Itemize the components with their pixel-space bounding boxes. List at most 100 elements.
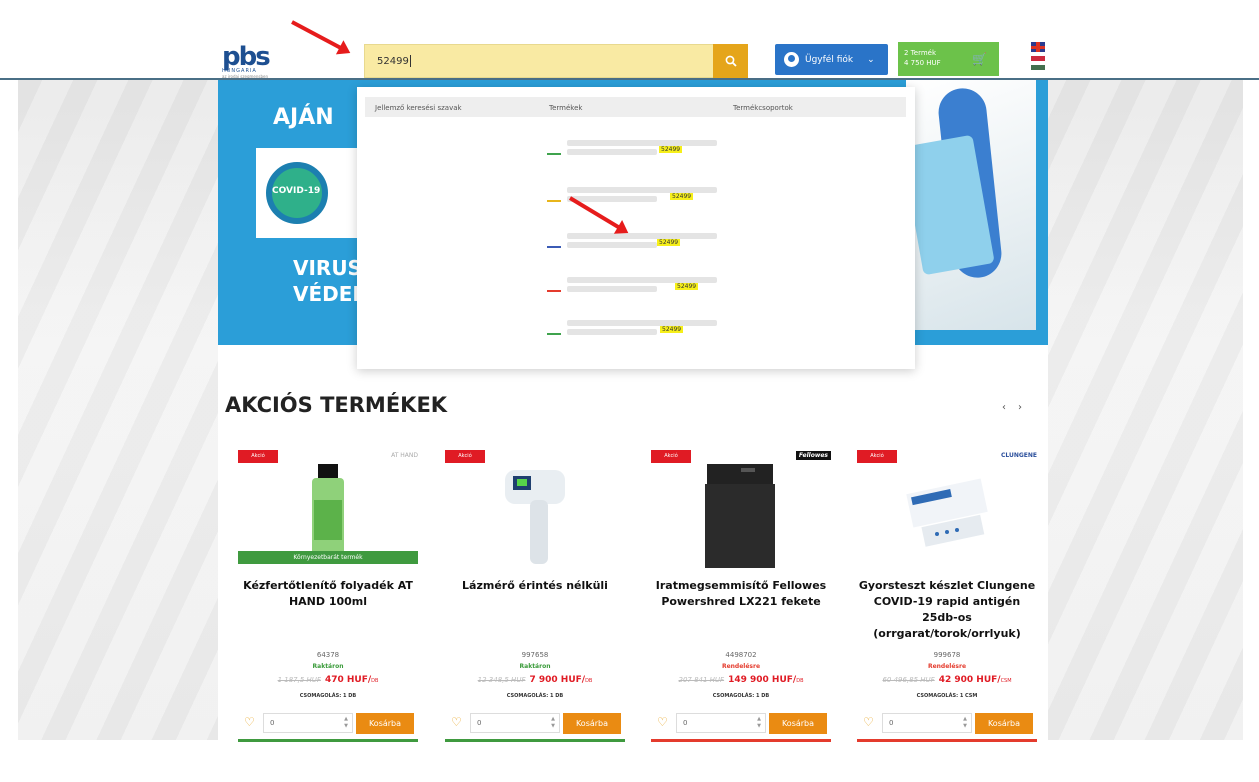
brand-label: CLUNGENE	[1000, 452, 1037, 459]
stepper-arrows-icon[interactable]: ▲ ▼	[344, 716, 348, 730]
glove-mask-image	[901, 80, 1036, 330]
quantity-value: 0	[270, 719, 275, 727]
packaging-info: CSOMAGOLÁS: 1 DB	[299, 693, 357, 699]
quantity-stepper[interactable]: 0 ▲ ▼	[263, 713, 353, 733]
suggestion-item[interactable]: 52499	[547, 137, 727, 159]
carousel-nav: ‹ ›	[1002, 402, 1022, 413]
product-card[interactable]: Akció Fellowes Iratmegsemmisítő Fellowes…	[651, 450, 831, 770]
product-sku: 64378	[316, 651, 340, 659]
card-underline	[445, 739, 625, 742]
search-match-highlight: 52499	[670, 193, 694, 200]
new-price: 7 900 HUF/	[529, 675, 586, 685]
stepper-arrows-icon[interactable]: ▲ ▼	[963, 716, 967, 730]
buy-row: ♡ 0 ▲ ▼ Kosárba	[857, 711, 1037, 735]
product-thumb	[547, 234, 561, 248]
chevron-left-icon[interactable]: ‹	[1002, 402, 1006, 413]
product-card[interactable]: Akció CLUNGENE Gyorsteszt készlet Clunge…	[857, 450, 1037, 770]
quantity-stepper[interactable]: 0 ▲ ▼	[882, 713, 972, 733]
product-thumb	[547, 321, 561, 335]
heart-icon[interactable]: ♡	[863, 715, 874, 729]
hungarian-flag-icon[interactable]	[1031, 56, 1045, 70]
stock-status: Raktáron	[312, 663, 344, 670]
add-to-cart-button[interactable]: Kosárba	[356, 713, 414, 734]
product-thumb	[547, 141, 561, 155]
product-name[interactable]: Lázmérő érintés nélküli	[445, 578, 625, 594]
price-unit: CSM	[1000, 678, 1012, 684]
price-row: 207 841 HUF 149 900 HUF/DB	[651, 675, 831, 685]
account-label: Ügyfél fiók	[805, 54, 854, 65]
col-keywords: Jellemző keresési szavak	[375, 104, 462, 112]
packaging-info: CSOMAGOLÁS: 1 DB	[506, 693, 564, 699]
quantity-stepper[interactable]: 0 ▲ ▼	[676, 713, 766, 733]
price-unit: DB	[371, 678, 379, 684]
new-price: 149 900 HUF/	[728, 675, 797, 685]
heart-icon[interactable]: ♡	[657, 715, 668, 729]
product-name[interactable]: Iratmegsemmisítő Fellowes Powershred LX2…	[651, 578, 831, 610]
suggestion-item[interactable]: 52499	[547, 274, 727, 296]
search-match-highlight: 52499	[660, 326, 684, 333]
logo-mark: pbs	[222, 42, 271, 72]
search-match-highlight: 52499	[657, 239, 681, 246]
suggestion-item[interactable]: 52499	[547, 230, 727, 252]
quantity-stepper[interactable]: 0 ▲ ▼	[470, 713, 560, 733]
chevron-right-icon[interactable]: ›	[1018, 402, 1022, 413]
chevron-down-icon: ⌄	[867, 54, 875, 65]
price-row: 60 496,85 HUF 42 900 HUF/CSM	[857, 675, 1037, 685]
col-product-groups: Termékcsoportok	[733, 104, 793, 112]
product-card[interactable]: Akció Lázmérő érintés nélküli 997658 Rak…	[445, 450, 625, 770]
pbs-logo[interactable]: pbs HUNGARIA az irodai szegmensben	[222, 42, 292, 79]
packaging-info: CSOMAGOLÁS: 1 CSM	[916, 693, 978, 699]
product-name[interactable]: Kézfertőtlenítő folyadék AT HAND 100ml	[238, 578, 418, 610]
quantity-value: 0	[683, 719, 688, 727]
add-to-cart-button[interactable]: Kosárba	[769, 713, 827, 734]
stock-status: Rendelésre	[927, 663, 967, 670]
site-header: pbs HUNGARIA az irodai szegmensben 52499…	[0, 0, 1259, 80]
account-button[interactable]: Ügyfél fiók ⌄	[775, 44, 888, 75]
suggestion-item[interactable]: 52499	[547, 317, 727, 339]
brand-label: Fellowes	[795, 451, 831, 460]
old-price: 12 348,5 HUF	[477, 676, 526, 684]
search-input[interactable]: 52499	[364, 44, 714, 78]
product-image	[705, 464, 775, 568]
new-price: 470 HUF/	[324, 675, 372, 685]
search-input-value: 52499	[377, 55, 409, 67]
old-price: 60 496,85 HUF	[882, 676, 935, 684]
card-underline	[238, 739, 418, 742]
covid-label: COVID-19	[272, 186, 321, 196]
section-title: AKCIÓS TERMÉKEK	[225, 393, 448, 417]
heart-icon[interactable]: ♡	[451, 715, 462, 729]
covid-graphic: COVID-19	[256, 148, 366, 238]
buy-row: ♡ 0 ▲ ▼ Kosárba	[445, 711, 625, 735]
col-products: Termékek	[549, 104, 583, 112]
eco-friendly-badge: Környezetbarát termék	[238, 551, 418, 564]
product-thumb	[547, 188, 561, 202]
price-unit: DB	[796, 678, 804, 684]
product-name[interactable]: Gyorsteszt készlet Clungene COVID-19 rap…	[857, 578, 1037, 642]
old-price: 1 187,5 HUF	[277, 676, 321, 684]
stepper-arrows-icon[interactable]: ▲ ▼	[551, 716, 555, 730]
stepper-arrows-icon[interactable]: ▲ ▼	[757, 716, 761, 730]
price-row: 1 187,5 HUF 470 HUF/DB	[238, 675, 418, 685]
buy-row: ♡ 0 ▲ ▼ Kosárba	[651, 711, 831, 735]
product-sku: 997658	[521, 651, 549, 659]
buy-row: ♡ 0 ▲ ▼ Kosárba	[238, 711, 418, 735]
user-icon	[784, 52, 799, 67]
packaging-info: CSOMAGOLÁS: 1 DB	[712, 693, 770, 699]
product-image	[505, 470, 565, 564]
product-thumb	[547, 278, 561, 292]
english-flag-icon[interactable]	[1031, 42, 1045, 52]
cart-button[interactable]: 2 Termék 4 750 HUF 🛒	[898, 42, 999, 76]
quantity-value: 0	[889, 719, 894, 727]
search-match-highlight: 52499	[659, 146, 683, 153]
add-to-cart-button[interactable]: Kosárba	[563, 713, 621, 734]
old-price: 207 841 HUF	[678, 676, 725, 684]
search-match-highlight: 52499	[675, 283, 699, 290]
hero-title: AJÁN	[273, 105, 334, 130]
add-to-cart-button[interactable]: Kosárba	[975, 713, 1033, 734]
cart-icon: 🛒	[972, 52, 987, 66]
search-suggestions-dropdown: Jellemző keresési szavak Termékek Termék…	[357, 87, 915, 369]
product-card[interactable]: Akció AT HAND Környezetbarát termék Kézf…	[238, 450, 418, 770]
heart-icon[interactable]: ♡	[244, 715, 255, 729]
search-button[interactable]	[713, 44, 748, 78]
product-image	[906, 478, 988, 547]
